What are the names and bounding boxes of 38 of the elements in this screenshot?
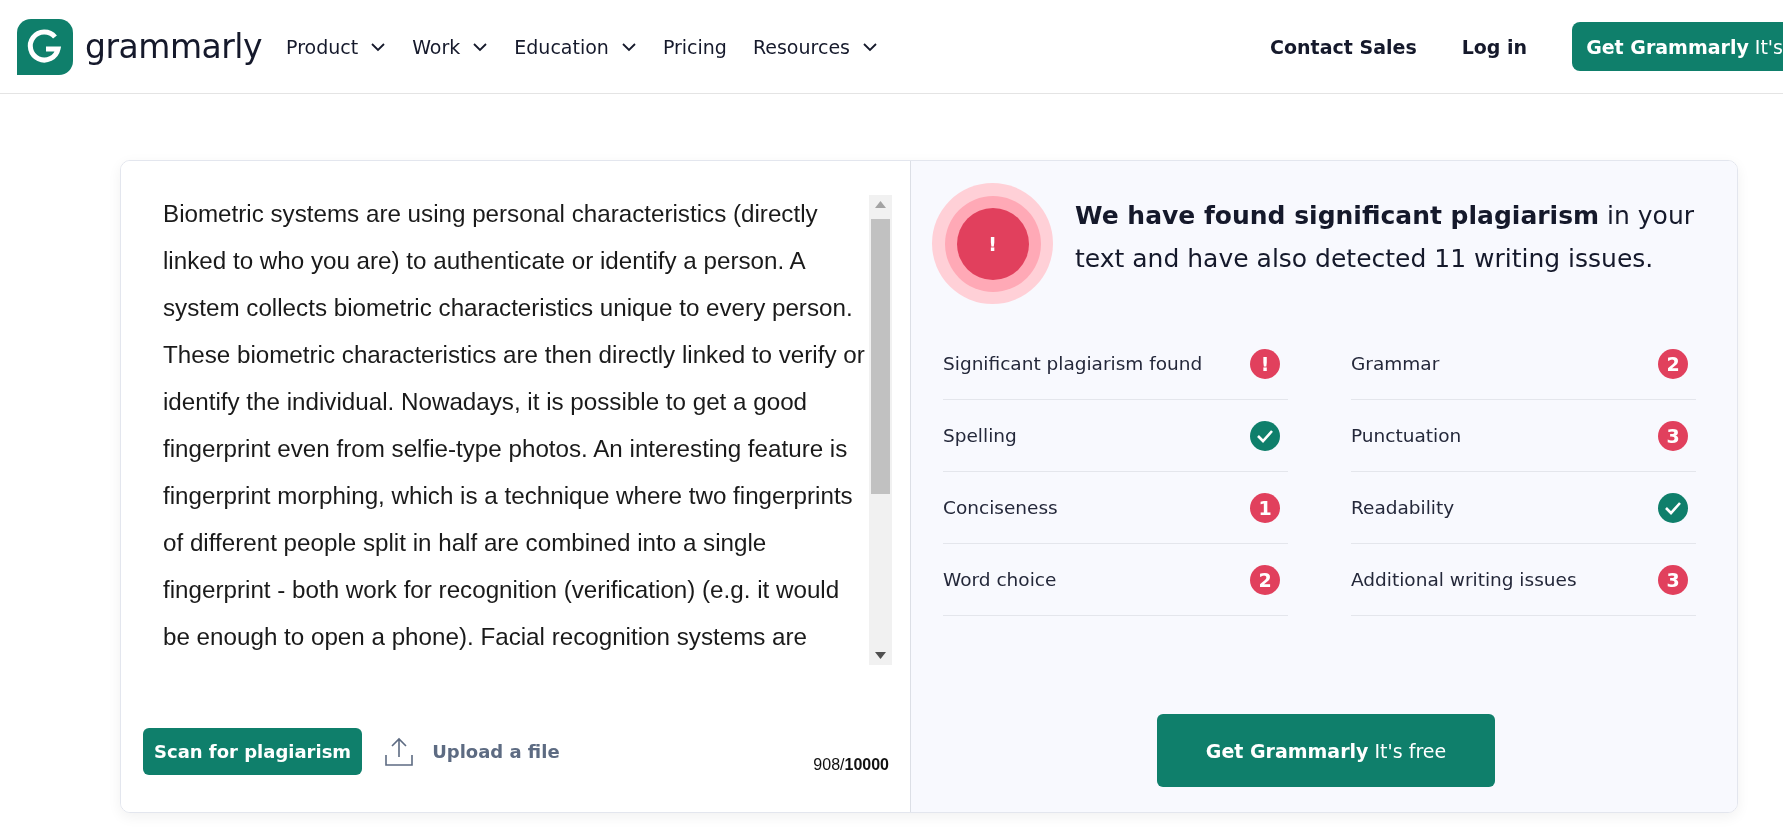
get-grammarly-button[interactable]: Get Grammarly It's free [1157,714,1495,787]
issue-label: Spelling [943,425,1017,446]
scroll-up-arrow-icon[interactable] [875,201,886,208]
issue-count-badge: 2 [1250,564,1280,595]
nav-menu-item[interactable]: Resources [752,35,878,58]
plagiarism-alert-icon: ! [932,183,1053,304]
issue-label: Significant plagiarism found [943,353,1203,374]
issue-label: Grammar [1351,353,1440,374]
issue-label: Punctuation [1351,425,1462,446]
results-headline: We have found significant plagiarism in your text and have also detected 11 writing issues. [1075,199,1695,275]
scrollbar-thumb[interactable] [871,219,890,494]
alert-badge: ! [1250,348,1280,379]
nav-menu-item[interactable]: Product [286,35,387,58]
nav-menu-item[interactable]: Pricing [662,35,727,58]
nav-link[interactable]: Log in [1461,35,1528,58]
scan-for-plagiarism-button[interactable]: Scan for plagiarism [143,728,363,775]
character-counter: 908/10000 [813,755,889,774]
brand-wordmark[interactable]: grammarly [85,27,263,66]
logo-icon[interactable] [17,18,73,75]
issue-label: Additional writing issues [1351,569,1577,590]
checkmark-icon [1250,420,1280,451]
scrollbar[interactable] [869,195,892,665]
issue-label: Readability [1351,497,1455,518]
scroll-down-arrow-icon[interactable] [875,652,886,659]
essay-text-field[interactable]: Biometric systems are using personal characteristics (directly linked to who you are) to authenticate or identify a person. A system collects biometric characteristics unique to every person. These biometric characteristics are then directly linked to verify or identify the individual. Nowadays, it is possible to get a good fingerprint even from selfie-type photos. An interesting feature is fingerprint morphing, which is a technique where two fingerprints of different people split in half are combined into a single fingerprint - both work for recognition (verification) (e.g. it would be enough to open a phone). Facial recognition systems are [163,190,865,660]
issue-count-badge: 3 [1658,420,1688,451]
issue-count-badge: 3 [1658,564,1688,595]
issue-count-badge: 2 [1658,348,1688,379]
nav-menu-item[interactable]: Education [514,35,637,58]
upload-file-button[interactable]: Upload a file [384,736,560,767]
upload-icon [384,736,415,767]
nav-menu-item[interactable]: Work [412,35,489,58]
issue-label: Word choice [943,569,1057,590]
issue-count-badge: 1 [1250,492,1280,523]
get-grammarly-button[interactable]: Get Grammarly It's [1572,22,1783,71]
checkmark-icon [1658,492,1688,523]
issue-label: Conciseness [943,497,1058,518]
nav-link[interactable]: Contact Sales [1270,35,1417,58]
